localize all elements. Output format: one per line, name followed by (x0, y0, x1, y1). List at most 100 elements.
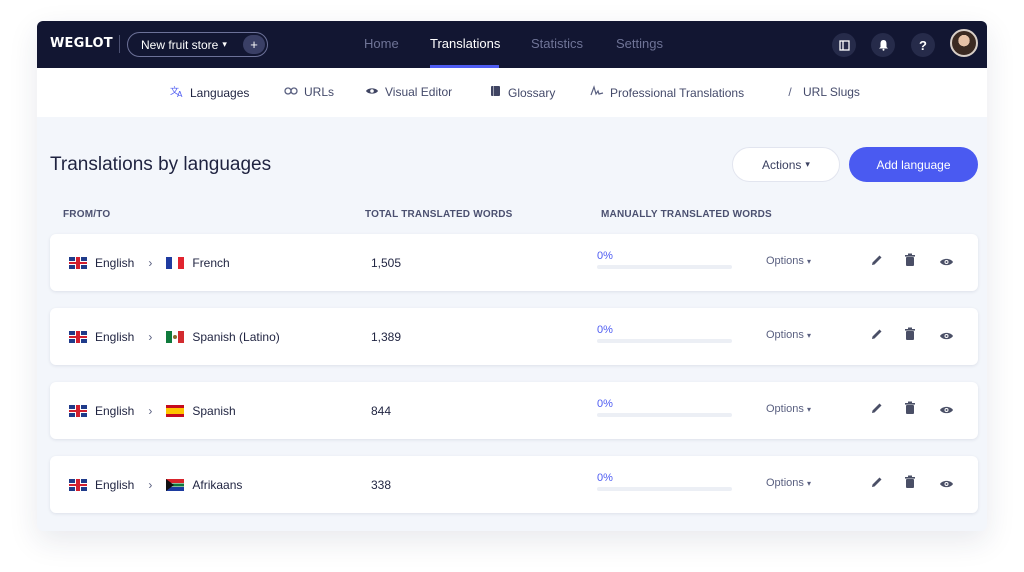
source-language: English (95, 403, 135, 418)
column-header-manual-words: MANUALLY TRANSLATED WORDS (601, 209, 772, 220)
subnav-professional-translations[interactable]: Professional Translations (590, 85, 744, 100)
logo-divider (119, 35, 120, 53)
chevron-down-icon: ▾ (805, 159, 810, 169)
user-avatar[interactable] (950, 29, 978, 57)
options-label: Options (766, 255, 804, 267)
options-dropdown[interactable]: Options ▾ (766, 329, 811, 341)
total-words: 1,505 (371, 255, 402, 270)
subnav-glossary[interactable]: Glossary (488, 85, 555, 100)
signature-icon (590, 85, 604, 100)
bell-icon[interactable] (871, 33, 895, 57)
add-project-button[interactable]: + (243, 35, 265, 54)
uk-flag-icon (69, 404, 87, 417)
chevron-down-icon: ▾ (222, 39, 227, 49)
manual-progress-bar (597, 487, 732, 491)
subnav-languages[interactable]: 文A Languages (170, 85, 249, 101)
target-language: Spanish (Latino) (192, 329, 280, 344)
book-icon (488, 85, 502, 100)
weglot-logo[interactable]: WEGLOT (50, 36, 113, 51)
options-dropdown[interactable]: Options ▾ (766, 255, 811, 267)
actions-dropdown-button[interactable]: Actions ▾ (732, 147, 840, 182)
column-header-from-to: FROM/TO (63, 209, 111, 220)
subnav-label: Visual Editor (385, 85, 453, 99)
language-row[interactable]: English › French 1,505 0% Options ▾ (50, 234, 978, 291)
trash-icon[interactable] (901, 327, 919, 345)
trash-icon[interactable] (901, 475, 919, 493)
sub-navigation: 文A Languages URLs Visual Editor Glossary (37, 68, 987, 117)
france-flag-icon (166, 256, 185, 269)
target-language: Spanish (192, 403, 236, 418)
help-icon[interactable]: ? (911, 33, 935, 57)
target-language: Afrikaans (192, 477, 243, 492)
edit-icon[interactable] (868, 327, 886, 345)
total-words: 1,389 (371, 329, 402, 344)
uk-flag-icon (69, 256, 87, 269)
manual-progress-bar (597, 265, 732, 269)
manual-percent: 0% (597, 250, 613, 262)
language-row[interactable]: English › Spanish 844 0% Options ▾ (50, 382, 978, 439)
chevron-right-icon: › (148, 255, 153, 270)
target-language: French (192, 255, 230, 270)
total-words: 844 (371, 403, 392, 418)
trash-icon[interactable] (901, 401, 919, 419)
total-words: 338 (371, 477, 392, 492)
subnav-label: Professional Translations (610, 85, 745, 100)
chevron-right-icon: › (148, 477, 153, 492)
nav-settings[interactable]: Settings (616, 36, 663, 51)
project-selector[interactable]: New fruit store ▾ + (127, 32, 268, 57)
edit-icon[interactable] (868, 475, 886, 493)
edit-icon[interactable] (868, 401, 886, 419)
add-language-button[interactable]: Add language (849, 147, 978, 182)
nav-translations[interactable]: Translations (430, 36, 500, 51)
nav-home[interactable]: Home (364, 36, 399, 51)
chevron-right-icon: › (148, 329, 153, 344)
source-language: English (95, 477, 135, 492)
eye-icon[interactable] (937, 253, 955, 271)
language-pair: English › French (69, 234, 230, 291)
language-row[interactable]: English › Spanish (Latino) 1,389 0% Opti… (50, 308, 978, 365)
eye-icon[interactable] (937, 475, 955, 493)
svg-text:A: A (177, 90, 183, 98)
options-label: Options (766, 477, 804, 489)
subnav-label: URL Slugs (803, 85, 860, 99)
subnav-label: Glossary (508, 85, 556, 100)
options-label: Options (766, 329, 804, 341)
language-row[interactable]: English › Afrikaans 338 0% Options ▾ (50, 456, 978, 513)
subnav-url-slugs[interactable]: / URL Slugs (783, 85, 860, 99)
eye-icon[interactable] (937, 401, 955, 419)
eye-icon (365, 85, 379, 99)
south-africa-flag-icon (166, 478, 185, 491)
app-window: WEGLOT New fruit store ▾ + Home Translat… (37, 21, 987, 531)
subnav-urls[interactable]: URLs (284, 85, 334, 99)
uk-flag-icon (69, 478, 87, 491)
source-language: English (95, 329, 135, 344)
nav-statistics[interactable]: Statistics (531, 36, 583, 51)
translate-icon: 文A (170, 85, 184, 101)
options-dropdown[interactable]: Options ▾ (766, 477, 811, 489)
source-language: English (95, 255, 135, 270)
page-title: Translations by languages (50, 154, 272, 175)
manual-percent: 0% (597, 324, 613, 336)
language-pair: English › Afrikaans (69, 456, 242, 513)
top-navigation-bar: WEGLOT New fruit store ▾ + Home Translat… (37, 21, 987, 68)
subnav-label: URLs (304, 85, 335, 99)
slash-icon: / (788, 85, 792, 99)
trash-icon[interactable] (901, 253, 919, 271)
edit-icon[interactable] (868, 253, 886, 271)
options-label: Options (766, 403, 804, 415)
chevron-right-icon: › (148, 403, 153, 418)
subnav-visual-editor[interactable]: Visual Editor (365, 85, 452, 99)
language-pair: English › Spanish (Latino) (69, 308, 280, 365)
link-icon (284, 85, 298, 99)
column-header-total-words: TOTAL TRANSLATED WORDS (365, 209, 513, 220)
uk-flag-icon (69, 330, 87, 343)
subnav-label: Languages (190, 86, 250, 100)
language-pair: English › Spanish (69, 382, 236, 439)
eye-icon[interactable] (937, 327, 955, 345)
options-dropdown[interactable]: Options ▾ (766, 403, 811, 415)
manual-progress-bar (597, 413, 732, 417)
sidebar-toggle-icon[interactable] (832, 33, 856, 57)
spain-flag-icon (166, 404, 185, 417)
manual-percent: 0% (597, 398, 613, 410)
manual-percent: 0% (597, 472, 613, 484)
